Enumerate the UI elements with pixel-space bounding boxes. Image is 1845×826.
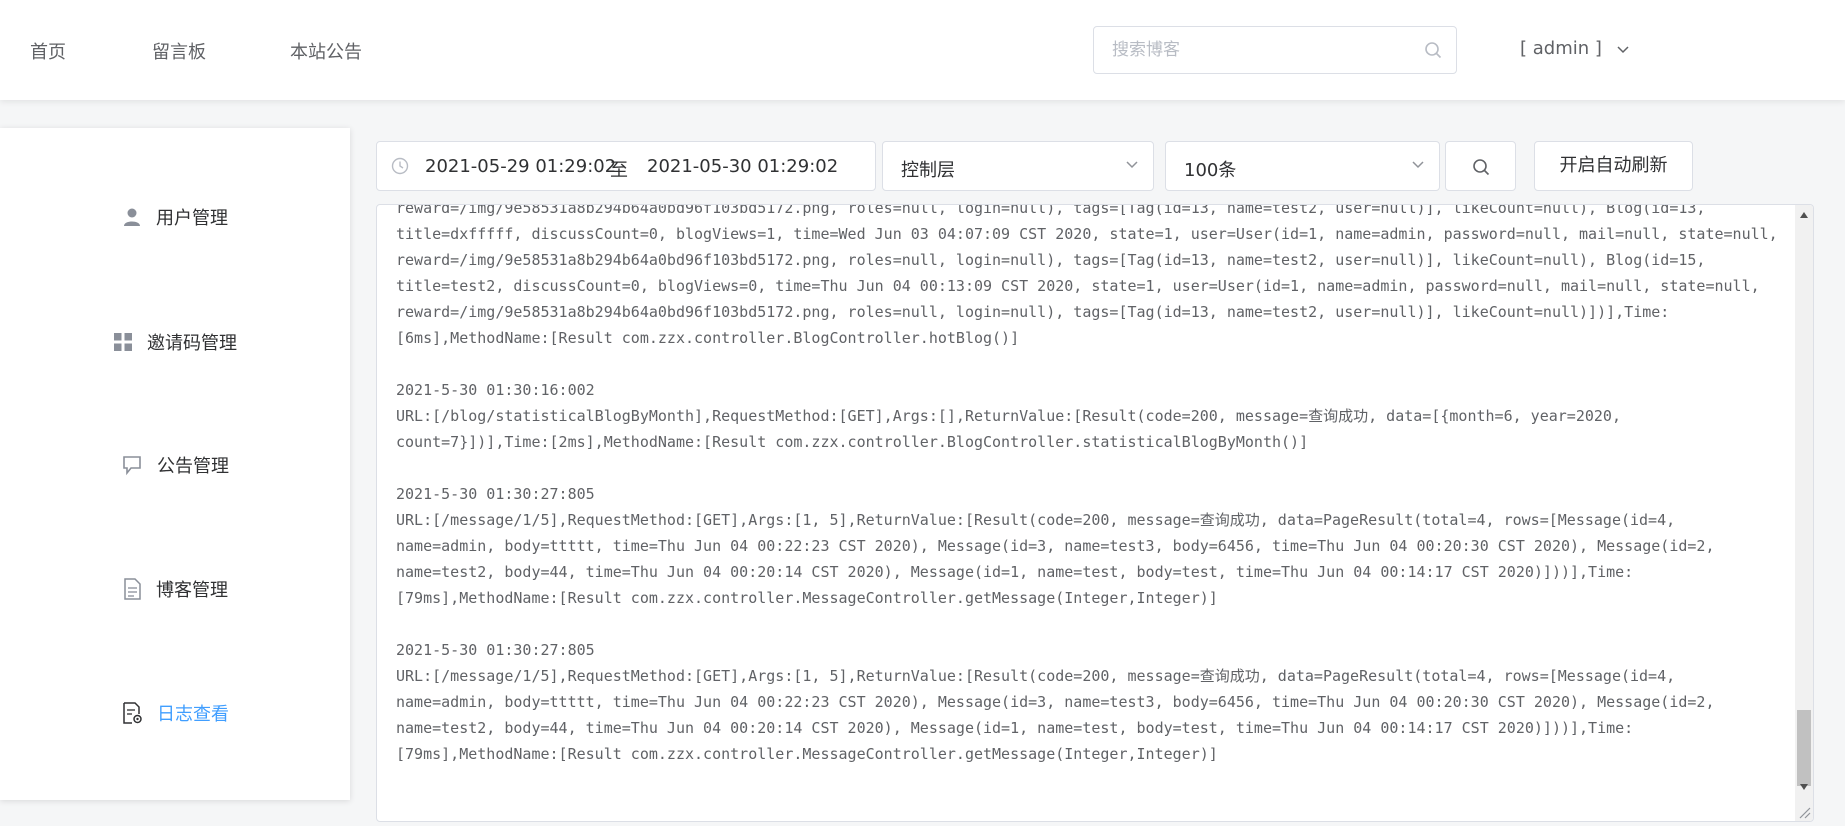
log-textarea[interactable]: reward=/img/9e58531a8b294b64a0bd96f103bd… — [376, 204, 1814, 822]
user-label: [ admin ] — [1520, 38, 1602, 59]
blog-search — [1093, 26, 1457, 74]
scroll-up-arrow-icon[interactable] — [1799, 211, 1809, 219]
count-select-value: 100条 — [1184, 160, 1237, 181]
sidebar: 用户管理 邀请码管理 公告管理 博客管理 日志查看 — [0, 128, 350, 800]
top-header: 首页 留言板 本站公告 [ admin ] — [0, 0, 1845, 100]
document-icon — [124, 578, 141, 600]
log-content: reward=/img/9e58531a8b294b64a0bd96f103bd… — [396, 204, 1778, 763]
vertical-scrollbar[interactable] — [1795, 205, 1813, 821]
user-menu[interactable]: [ admin ] — [1520, 38, 1630, 59]
layer-select[interactable]: 控制层 — [882, 141, 1154, 191]
date-range-picker[interactable]: 2021-05-29 01:29:02 至 2021-05-30 01:29:0… — [376, 141, 876, 191]
log-icon — [123, 702, 142, 724]
search-icon[interactable] — [1424, 41, 1442, 59]
chevron-down-icon — [1617, 46, 1629, 54]
sidebar-item-blog-management[interactable]: 博客管理 — [0, 569, 350, 609]
clock-icon — [391, 157, 409, 175]
sidebar-item-label: 用户管理 — [156, 208, 228, 229]
chevron-down-icon — [1126, 161, 1138, 169]
sidebar-item-label: 日志查看 — [157, 704, 229, 725]
scrollbar-thumb[interactable] — [1797, 710, 1811, 786]
nav-announcement[interactable]: 本站公告 — [290, 38, 362, 64]
search-button[interactable] — [1445, 141, 1516, 191]
flag-icon — [123, 456, 141, 476]
end-date[interactable]: 2021-05-30 01:29:02 — [647, 156, 838, 177]
scroll-down-arrow-icon[interactable] — [1799, 783, 1809, 791]
auto-refresh-button[interactable]: 开启自动刷新 — [1534, 141, 1693, 191]
search-input[interactable] — [1094, 27, 1432, 73]
sidebar-item-label: 公告管理 — [157, 456, 229, 477]
layer-select-value: 控制层 — [901, 160, 955, 181]
resize-grip-icon[interactable] — [1797, 805, 1811, 819]
chevron-down-icon — [1412, 161, 1424, 169]
nav-message-board[interactable]: 留言板 — [152, 38, 206, 64]
start-date[interactable]: 2021-05-29 01:29:02 — [425, 156, 616, 177]
nav-home[interactable]: 首页 — [30, 38, 66, 64]
count-select[interactable]: 100条 — [1165, 141, 1440, 191]
search-icon — [1473, 159, 1490, 176]
sidebar-item-user-management[interactable]: 用户管理 — [0, 197, 350, 237]
sidebar-item-label: 博客管理 — [156, 580, 228, 601]
sidebar-item-invite-code[interactable]: 邀请码管理 — [0, 322, 350, 362]
sidebar-item-announcement[interactable]: 公告管理 — [0, 445, 350, 485]
sidebar-item-label: 邀请码管理 — [147, 333, 237, 354]
grid-icon — [114, 333, 132, 351]
range-separator: 至 — [610, 160, 628, 181]
sidebar-item-log-view[interactable]: 日志查看 — [0, 693, 350, 733]
user-icon — [124, 208, 140, 226]
